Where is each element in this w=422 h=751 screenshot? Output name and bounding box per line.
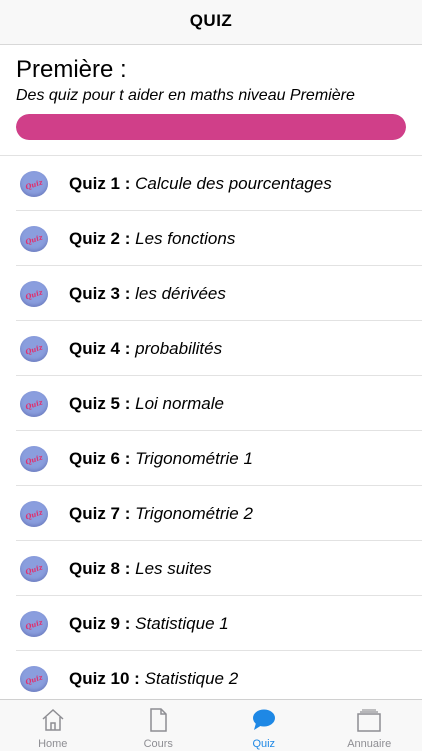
quiz-topic: Loi normale xyxy=(135,394,224,413)
page-title: QUIZ xyxy=(190,11,233,31)
quiz-badge-icon: Quiz xyxy=(20,226,48,252)
quiz-row-text: Quiz 5 : Loi normale xyxy=(69,394,224,414)
quiz-badge-icon: Quiz xyxy=(20,611,48,637)
quiz-number: Quiz 8 : xyxy=(69,559,130,578)
quiz-row[interactable]: Quiz Quiz 6 : Trigonométrie 1 xyxy=(16,431,422,486)
tab-label: Home xyxy=(0,738,106,750)
tab-label: Quiz xyxy=(211,738,317,750)
quiz-row[interactable]: Quiz Quiz 9 : Statistique 1 xyxy=(16,596,422,651)
progress-bar xyxy=(16,114,406,140)
quiz-list: Quiz Quiz 1 : Calcule des pourcentages Q… xyxy=(0,155,422,705)
quiz-badge-icon: Quiz xyxy=(20,336,48,362)
quiz-number: Quiz 6 : xyxy=(69,449,130,468)
cards-icon xyxy=(355,707,383,733)
quiz-badge-label: Quiz xyxy=(24,452,44,466)
quiz-badge-icon: Quiz xyxy=(20,666,48,692)
quiz-number: Quiz 3 : xyxy=(69,284,130,303)
quiz-row-text: Quiz 2 : Les fonctions xyxy=(69,229,235,249)
quiz-badge-icon: Quiz xyxy=(20,446,48,472)
tab-bar: Home Cours Quiz Annuaire xyxy=(0,699,422,751)
quiz-row-text: Quiz 1 : Calcule des pourcentages xyxy=(69,174,332,194)
tab-quiz[interactable]: Quiz xyxy=(211,700,317,751)
quiz-badge-label: Quiz xyxy=(24,287,44,301)
quiz-badge-label: Quiz xyxy=(24,562,44,576)
quiz-badge-icon: Quiz xyxy=(20,556,48,582)
quiz-topic: probabilités xyxy=(135,339,222,358)
tab-label: Annuaire xyxy=(317,738,422,750)
quiz-number: Quiz 1 : xyxy=(69,174,130,193)
quiz-badge-label: Quiz xyxy=(24,672,44,686)
quiz-row[interactable]: Quiz Quiz 4 : probabilités xyxy=(16,321,422,376)
quiz-topic: Calcule des pourcentages xyxy=(135,174,332,193)
quiz-number: Quiz 4 : xyxy=(69,339,130,358)
quiz-badge-label: Quiz xyxy=(24,177,44,191)
quiz-topic: Statistique 2 xyxy=(145,669,239,688)
navigation-bar: QUIZ xyxy=(0,0,422,45)
quiz-topic: Trigonométrie 1 xyxy=(135,449,253,468)
quiz-number: Quiz 9 : xyxy=(69,614,130,633)
quiz-number: Quiz 2 : xyxy=(69,229,130,248)
quiz-topic: Statistique 1 xyxy=(135,614,229,633)
quiz-topic: Les fonctions xyxy=(135,229,235,248)
quiz-row[interactable]: Quiz Quiz 1 : Calcule des pourcentages xyxy=(16,156,422,211)
quiz-badge-icon: Quiz xyxy=(20,281,48,307)
progress-fill xyxy=(16,114,406,140)
quiz-badge-label: Quiz xyxy=(24,507,44,521)
quiz-row-text: Quiz 9 : Statistique 1 xyxy=(69,614,229,634)
quiz-topic: les dérivées xyxy=(135,284,226,303)
quiz-number: Quiz 7 : xyxy=(69,504,130,523)
quiz-row[interactable]: Quiz Quiz 3 : les dérivées xyxy=(16,266,422,321)
quiz-badge-label: Quiz xyxy=(24,342,44,356)
home-icon xyxy=(40,707,66,733)
quiz-badge-icon: Quiz xyxy=(20,391,48,417)
quiz-topic: Trigonométrie 2 xyxy=(135,504,253,523)
quiz-badge-label: Quiz xyxy=(24,397,44,411)
quiz-row[interactable]: Quiz Quiz 8 : Les suites xyxy=(16,541,422,596)
quiz-badge-label: Quiz xyxy=(24,232,44,246)
section-subtitle: Des quiz pour t aider en maths niveau Pr… xyxy=(16,87,408,105)
tab-cours[interactable]: Cours xyxy=(106,700,212,751)
quiz-row[interactable]: Quiz Quiz 10 : Statistique 2 xyxy=(16,651,422,705)
quiz-row[interactable]: Quiz Quiz 7 : Trigonométrie 2 xyxy=(16,486,422,541)
tab-label: Cours xyxy=(106,738,212,750)
tab-annuaire[interactable]: Annuaire xyxy=(317,700,422,751)
quiz-row[interactable]: Quiz Quiz 2 : Les fonctions xyxy=(16,211,422,266)
tab-home[interactable]: Home xyxy=(0,700,106,751)
quiz-badge-icon: Quiz xyxy=(20,501,48,527)
section-title: Première : xyxy=(16,56,408,84)
quiz-badge-label: Quiz xyxy=(24,617,44,631)
quiz-row[interactable]: Quiz Quiz 5 : Loi normale xyxy=(16,376,422,431)
quiz-number: Quiz 5 : xyxy=(69,394,130,413)
quiz-row-text: Quiz 3 : les dérivées xyxy=(69,284,226,304)
quiz-row-text: Quiz 6 : Trigonométrie 1 xyxy=(69,449,253,469)
quiz-row-text: Quiz 4 : probabilités xyxy=(69,339,222,359)
quiz-row-text: Quiz 8 : Les suites xyxy=(69,559,212,579)
chat-bubble-icon xyxy=(251,707,277,733)
quiz-row-text: Quiz 7 : Trigonométrie 2 xyxy=(69,504,253,524)
quiz-topic: Les suites xyxy=(135,559,212,578)
quiz-row-text: Quiz 10 : Statistique 2 xyxy=(69,669,238,689)
quiz-number: Quiz 10 : xyxy=(69,669,140,688)
document-icon xyxy=(145,707,171,733)
section-header: Première : Des quiz pour t aider en math… xyxy=(16,56,408,105)
quiz-badge-icon: Quiz xyxy=(20,171,48,197)
